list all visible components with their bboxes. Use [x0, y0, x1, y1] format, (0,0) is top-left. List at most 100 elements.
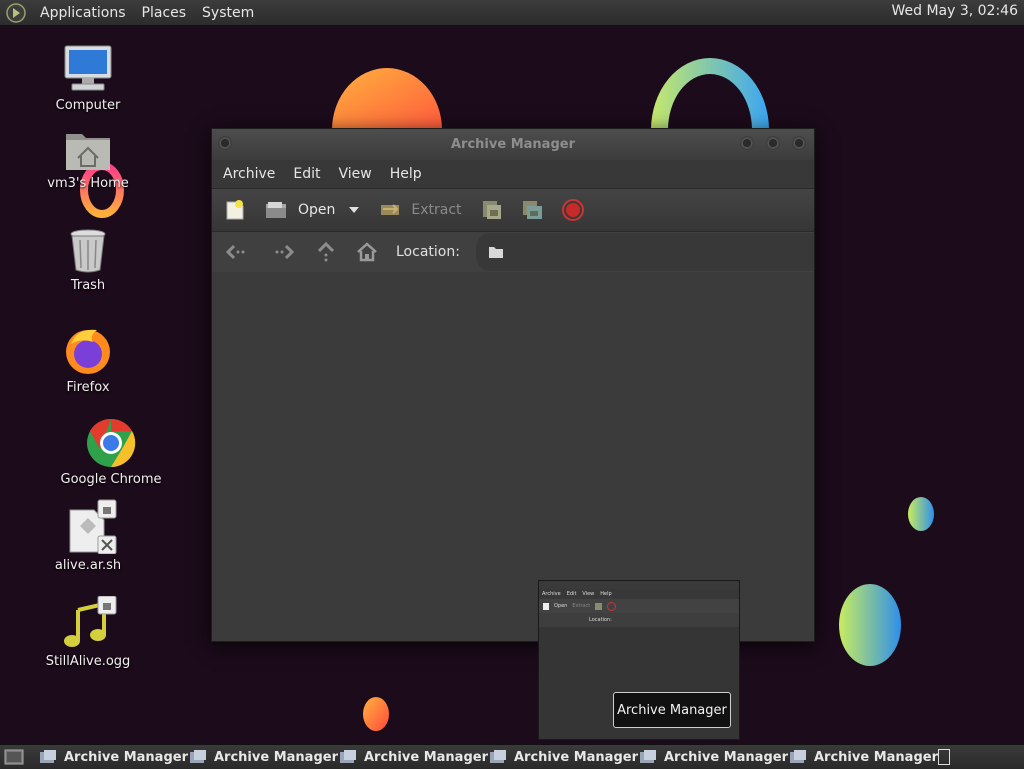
desktop-icon-computer[interactable]: Computer — [40, 44, 136, 113]
stop-button[interactable] — [561, 199, 584, 221]
script-file-icon — [69, 499, 117, 554]
preview-menu-item: Help — [600, 591, 612, 597]
archive-manager-icon — [340, 750, 356, 763]
minimize-button[interactable] — [740, 136, 754, 150]
preview-menubar: Archive Edit View Help — [539, 589, 739, 599]
window-title: Archive Manager — [451, 137, 575, 152]
stop-icon — [561, 199, 584, 221]
menu-archive[interactable]: Archive — [214, 166, 284, 182]
workspace-switcher[interactable] — [938, 749, 950, 765]
add-folder-icon — [522, 201, 542, 219]
desktop-icon-label: Computer — [55, 98, 121, 113]
archive-manager-icon — [490, 750, 506, 763]
system-menu[interactable]: System — [194, 5, 262, 21]
open-label: Open — [298, 202, 336, 218]
desktop-icon-label: alive.ar.sh — [54, 558, 122, 573]
maximize-button[interactable] — [766, 136, 780, 150]
taskbar-item-label: Archive Manager — [64, 749, 188, 765]
firefox-icon — [66, 329, 110, 374]
main-menu-icon[interactable] — [6, 2, 26, 23]
taskbar-item-archive-manager[interactable]: Archive Manager — [188, 749, 338, 765]
preview-stop-icon — [607, 601, 617, 611]
taskbar-item-archive-manager[interactable]: Archive Manager — [638, 749, 788, 765]
desktop-icon-label: vm3's Home — [47, 176, 129, 191]
preview-menu-item: View — [582, 591, 595, 597]
menu-edit[interactable]: Edit — [284, 166, 329, 182]
window-menubar: Archive Edit View Help — [212, 160, 814, 188]
preview-toolbar: Open Extract — [539, 599, 739, 613]
window-toolbar: Open Extract — [212, 188, 814, 232]
applications-menu[interactable]: Applications — [32, 5, 134, 21]
desktop-icon-home[interactable]: vm3's Home — [40, 128, 136, 191]
window-menu-button[interactable] — [218, 136, 232, 150]
preview-titlebar — [539, 581, 739, 589]
close-button[interactable] — [792, 136, 806, 150]
desktop-icon-label: Google Chrome — [60, 472, 162, 487]
preview-new-icon — [543, 602, 549, 610]
extract-button[interactable]: Extract — [379, 201, 462, 219]
bottom-taskbar: Archive Manager Archive Manager Archive … — [0, 744, 1024, 769]
add-folder-button[interactable] — [520, 198, 544, 222]
extract-label: Extract — [411, 202, 462, 218]
desktop-icon-chrome[interactable]: Google Chrome — [58, 418, 164, 487]
archive-manager-icon — [190, 750, 206, 763]
new-archive-button[interactable] — [224, 199, 246, 221]
places-menu[interactable]: Places — [134, 5, 195, 21]
desktop-icon-firefox[interactable]: Firefox — [40, 326, 136, 395]
desktop-icon-trash[interactable]: Trash — [40, 228, 136, 293]
taskbar-item-label: Archive Manager — [664, 749, 788, 765]
taskbar-item-archive-manager[interactable]: Archive Manager — [338, 749, 488, 765]
window-preview-tooltip: Archive Manager — [613, 692, 731, 728]
location-field[interactable] — [475, 233, 814, 271]
clock[interactable]: Wed May 3, 02:46 — [891, 3, 1018, 19]
wallpaper-teal-drop — [908, 497, 934, 531]
preview-extract-label: Extract — [572, 603, 591, 609]
wallpaper-orange-semicircle — [332, 68, 442, 130]
archive-manager-icon — [40, 750, 56, 763]
desktop-icon-label: Trash — [70, 278, 106, 293]
forward-icon[interactable] — [274, 243, 296, 261]
preview-location-label: Location: — [589, 617, 612, 623]
top-panel: Applications Places System Wed May 3, 02… — [0, 0, 1024, 26]
taskbar-item-archive-manager[interactable]: Archive Manager — [488, 749, 638, 765]
add-files-button[interactable] — [480, 198, 504, 222]
location-label: Location: — [396, 244, 460, 260]
open-button[interactable]: Open — [264, 200, 335, 220]
new-archive-icon — [226, 200, 244, 220]
desktop-icon-alive-script[interactable]: alive.ar.sh — [40, 498, 136, 573]
taskbar-item-label: Archive Manager — [814, 749, 938, 765]
preview-add-icon — [595, 602, 603, 610]
home-folder-icon — [66, 134, 110, 170]
window-titlebar[interactable]: Archive Manager — [212, 129, 814, 160]
open-folder-icon — [266, 202, 286, 218]
archive-manager-icon — [790, 750, 806, 763]
chevron-down-icon — [349, 207, 360, 213]
preview-menu-item: Edit — [566, 591, 577, 597]
desktop-icon-label: StillAlive.ogg — [45, 654, 131, 669]
menu-help[interactable]: Help — [381, 166, 431, 182]
menu-view[interactable]: View — [330, 166, 381, 182]
up-icon[interactable] — [316, 241, 336, 263]
show-desktop-icon[interactable] — [4, 748, 24, 766]
chrome-icon — [87, 418, 136, 468]
taskbar-item-archive-manager[interactable]: Archive Manager — [38, 749, 188, 765]
desktop-icon-stillalive[interactable]: StillAlive.ogg — [40, 596, 136, 669]
add-files-icon — [482, 201, 501, 219]
preview-menu-item: Archive — [542, 591, 561, 597]
computer-icon — [64, 45, 112, 91]
folder-icon — [488, 247, 503, 258]
taskbar-item-archive-manager[interactable]: Archive Manager — [788, 749, 938, 765]
open-dropdown-button[interactable] — [349, 206, 360, 214]
archive-manager-icon — [640, 750, 656, 763]
preview-open-label: Open — [554, 603, 568, 609]
wallpaper-orange-drop — [363, 697, 389, 731]
taskbar-item-label: Archive Manager — [514, 749, 638, 765]
desktop-icon-label: Firefox — [66, 380, 110, 395]
preview-locbar: Location: — [539, 613, 739, 627]
back-icon[interactable] — [224, 243, 246, 261]
taskbar-item-label: Archive Manager — [364, 749, 488, 765]
archive-manager-window: Archive Manager Archive Edit View Help O… — [211, 128, 815, 642]
wallpaper-ring — [651, 58, 769, 130]
trash-icon — [70, 229, 106, 273]
home-icon[interactable] — [356, 242, 378, 262]
